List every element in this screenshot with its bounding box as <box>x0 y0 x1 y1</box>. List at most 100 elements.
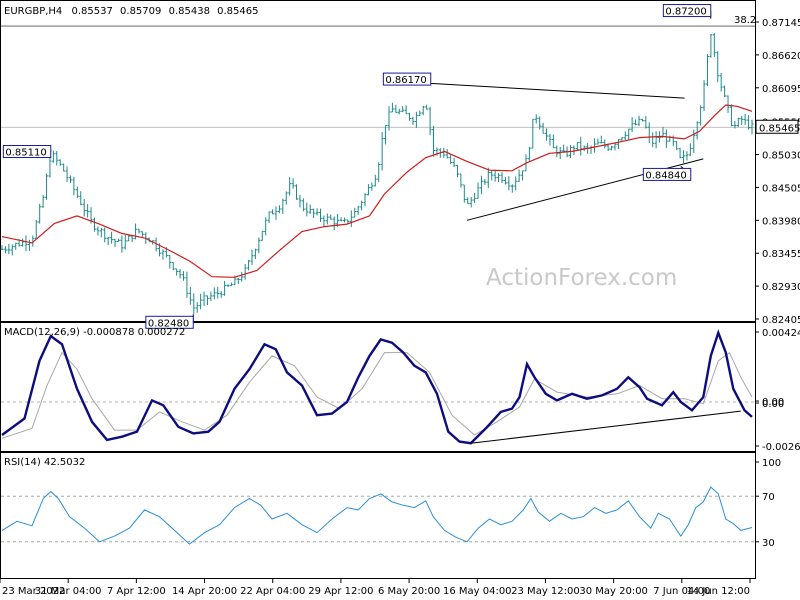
key-level-callout: 0.87200 <box>662 4 712 19</box>
price-bar <box>490 169 494 181</box>
callout-label: 0.84840 <box>645 170 686 181</box>
price-bar <box>716 51 720 83</box>
price-bar <box>82 199 86 217</box>
price-bar <box>14 242 18 250</box>
rsi-pane-frame <box>0 452 756 579</box>
price-bar <box>644 116 648 129</box>
price-bar <box>500 172 504 184</box>
price-bar <box>65 166 69 183</box>
price-bar <box>10 244 14 256</box>
price-bar <box>342 217 346 223</box>
price-bar <box>329 214 333 220</box>
price-bar <box>229 282 233 287</box>
price-bar <box>555 145 559 158</box>
price-bar <box>726 95 730 113</box>
price-bar <box>712 32 716 57</box>
price-bar <box>223 280 227 296</box>
chart-symbol: EURGBP,H4 <box>4 6 62 17</box>
price-bar <box>120 235 124 253</box>
price-y-tick: 0.83980 <box>762 216 800 227</box>
price-y-tick: 0.82405 <box>762 315 800 326</box>
price-bar <box>288 177 292 196</box>
price-bar <box>134 223 138 240</box>
price-bar <box>719 72 723 92</box>
key-level-callout: 0.86170 <box>382 72 432 86</box>
price-bar <box>384 124 388 145</box>
price-bar <box>168 255 172 269</box>
price-bar <box>267 211 271 224</box>
x-tick-label: 16 May 04:00 <box>443 586 512 597</box>
price-bar <box>483 179 487 185</box>
price-bar <box>257 237 261 254</box>
price-bar <box>216 286 220 299</box>
price-bar <box>408 112 412 121</box>
price-bar <box>664 129 668 148</box>
price-y-tick: 0.82930 <box>762 282 800 293</box>
x-tick-label: 14 Jun 12:00 <box>686 586 750 597</box>
price-bar <box>534 114 538 124</box>
price-bar <box>332 216 336 231</box>
price-bar <box>411 116 415 125</box>
price-bar <box>514 176 518 191</box>
price-bar <box>603 139 607 149</box>
price-bar <box>116 238 120 243</box>
price-bar <box>418 110 422 116</box>
price-bar <box>377 162 381 183</box>
macd-y-tick: 0.004248 <box>762 328 800 339</box>
price-bar <box>623 131 627 141</box>
price-bar <box>96 226 100 236</box>
price-bar <box>736 117 740 127</box>
price-bar <box>171 261 175 271</box>
key-level-callout: 0.85110 <box>2 145 52 159</box>
price-bar <box>178 268 182 279</box>
macd-trendline <box>470 410 741 444</box>
current-price-label: 0.85465 <box>759 123 800 134</box>
price-bar <box>253 248 257 260</box>
price-bar <box>685 151 689 161</box>
price-bar <box>589 145 593 154</box>
price-bar <box>127 234 131 242</box>
price-bar <box>301 198 305 212</box>
price-bar <box>459 173 463 188</box>
rsi-y-tick: 30 <box>762 538 775 549</box>
price-bar <box>188 287 192 305</box>
price-bar <box>596 138 600 145</box>
macd-y-tick: 0.00 <box>762 399 784 410</box>
price-bar <box>291 178 295 189</box>
price-bar <box>349 210 353 227</box>
price-bar <box>541 122 545 134</box>
price-bar <box>86 204 90 218</box>
price-bar <box>517 169 521 182</box>
price-bar <box>27 239 31 252</box>
x-tick-label: 7 Apr 12:00 <box>107 586 166 597</box>
price-bar <box>325 213 329 225</box>
price-y-tick: 0.85030 <box>762 151 800 162</box>
price-bar <box>620 137 624 141</box>
macd-label: MACD(12,26,9) -0.000878 0.000272 <box>4 327 185 338</box>
price-bar <box>473 192 477 203</box>
price-bar <box>130 235 134 243</box>
price-bar <box>634 119 638 126</box>
price-bar <box>318 208 322 223</box>
x-tick-label: 29 Apr 12:00 <box>308 586 373 597</box>
price-bar <box>55 150 59 166</box>
price-bar <box>688 143 692 157</box>
price-bar <box>236 277 240 285</box>
price-bar <box>305 202 309 217</box>
price-bar <box>298 194 302 208</box>
price-bar <box>103 227 107 243</box>
price-bar <box>3 246 7 254</box>
price-bar <box>404 105 408 115</box>
close-value: 0.85465 <box>217 6 258 17</box>
price-bar <box>260 231 264 241</box>
rsi-label: RSI(14) 42.5032 <box>4 457 85 468</box>
price-bar <box>209 291 213 302</box>
price-bar <box>205 295 209 306</box>
macd-pane <box>1 329 755 445</box>
price-bar <box>315 208 319 216</box>
price-bar <box>421 105 425 116</box>
price-bar <box>592 138 596 153</box>
price-bar <box>110 231 114 244</box>
high-value: 0.85709 <box>120 6 161 17</box>
price-bar <box>527 146 531 161</box>
